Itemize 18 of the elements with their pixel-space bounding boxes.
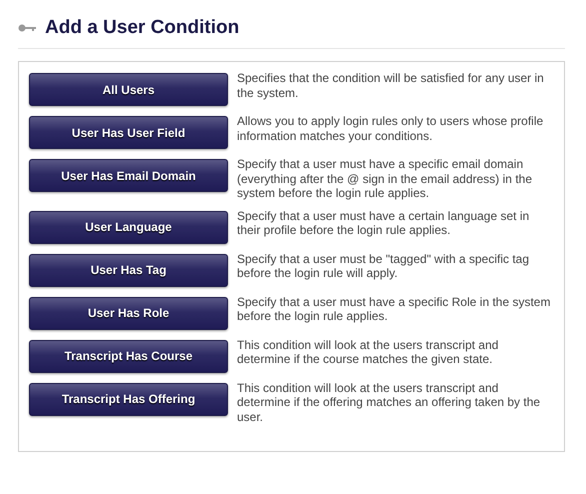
condition-description: This condition will look at the users transcript and determine if the offering matches an offering taken by the user.: [237, 380, 542, 424]
condition-button[interactable]: User Has Tag: [29, 254, 228, 286]
condition-description: Specify that a user must have a specific Role in the system before the login rule applies.: [237, 294, 552, 324]
page-title: Add a User Condition: [45, 16, 240, 38]
condition-description: Allows you to apply login rules only to users whose profile information matches your conditions.: [237, 114, 544, 143]
condition-button[interactable]: User Has User Field: [29, 116, 228, 149]
condition-button[interactable]: Transcript Has Offering: [29, 382, 228, 416]
condition-button[interactable]: User Language: [29, 210, 228, 244]
condition-description: Specify that a user must be "tagged" with a specific tag before the login rule will apply.: [237, 252, 530, 280]
condition-description: Specify that a user must have a specific email domain (everything after the @ sign in the email address) in the system before the login rule applies.: [237, 157, 533, 200]
condition-description: Specifies that the condition will be satisfied for any user in the system.: [237, 71, 545, 100]
condition-button[interactable]: User Has Email Domain: [29, 159, 228, 192]
condition-button[interactable]: User Has Role: [29, 296, 228, 330]
key-icon: [18, 24, 36, 32]
condition-button[interactable]: Transcript Has Course: [29, 340, 228, 372]
condition-description: This condition will look at the users transcript and determine if the course matches the given state.: [237, 338, 500, 366]
condition-button[interactable]: All Users: [29, 73, 228, 106]
condition-description: Specify that a user must have a certain language set in their profile before the login rule applies.: [237, 208, 530, 238]
